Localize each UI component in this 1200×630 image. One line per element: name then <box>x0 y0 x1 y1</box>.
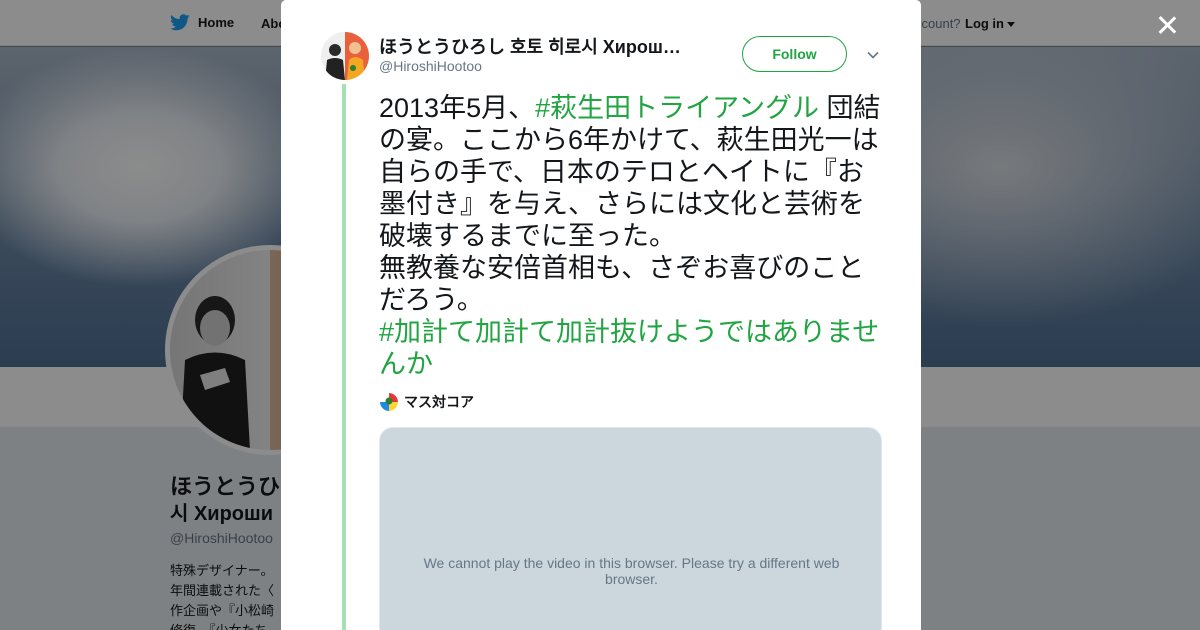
follow-button[interactable]: Follow <box>742 36 847 72</box>
card-source-label: マス対コア <box>404 394 474 410</box>
chevron-down-icon[interactable] <box>866 48 880 62</box>
source-avatar-icon <box>380 393 398 411</box>
hashtag-link[interactable]: #萩生田トライアングル <box>535 93 819 123</box>
tweet-paragraph: 2013年5月、#萩生田トライアングル 団結の宴。ここから6年かけて、萩生田光一… <box>379 92 884 252</box>
tweet-modal: ほうとうひろし 호토 히로시 Хирош… @HiroshiHootoo Fol… <box>281 0 921 630</box>
tweet-author-name[interactable]: ほうとうひろし 호토 히로시 Хирош… <box>379 33 699 59</box>
tweet-text-segment: 2013年5月、 <box>379 93 536 123</box>
hashtag-link[interactable]: #加計て加計て加計抜けようではありませんか <box>379 316 884 380</box>
tweet-author-avatar[interactable] <box>321 32 369 80</box>
video-error-message: We cannot play the video in this browser… <box>423 555 840 587</box>
card-source[interactable]: マス対コア <box>380 392 474 412</box>
thread-line <box>342 84 346 630</box>
close-icon[interactable] <box>1154 12 1180 38</box>
tweet-text: 2013年5月、#萩生田トライアングル 団結の宴。ここから6年かけて、萩生田光一… <box>379 92 884 380</box>
tweet-author-handle[interactable]: @HiroshiHootoo <box>379 58 482 74</box>
tweet-paragraph: 無教養な安倍首相も、さぞお喜びのことだろう。 <box>379 253 865 315</box>
video-player[interactable]: We cannot play the video in this browser… <box>379 427 882 630</box>
